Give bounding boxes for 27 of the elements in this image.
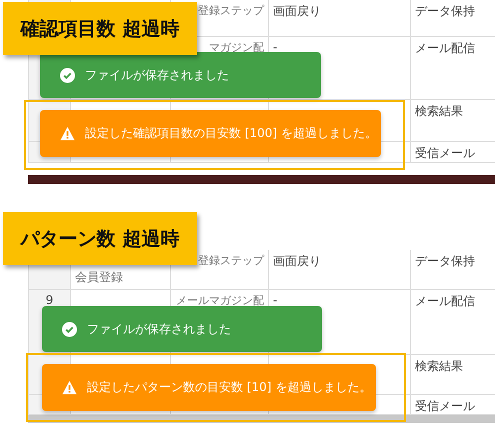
table-cell: マガジン配 xyxy=(209,40,264,55)
toast-message: ファイルが保存されました xyxy=(40,52,321,98)
section-title: パターン数 超過時 xyxy=(3,212,197,265)
check-circle-icon xyxy=(62,322,77,336)
table-cell: 画面戻り xyxy=(273,3,321,20)
table-cell: 登録ステップ xyxy=(198,253,264,268)
toast-message: 設定したパターン数の目安数 [10] を超過しました。 xyxy=(42,364,376,411)
table-cell: 受信メール xyxy=(415,398,475,414)
table-cell: 会員登録 xyxy=(75,269,123,286)
table-cell: メール配信 xyxy=(415,40,475,57)
table-cell: - xyxy=(273,293,278,307)
table-cell: データ保持 xyxy=(415,3,475,20)
check-circle-icon xyxy=(60,68,75,82)
section-title: 確認項目数 超過時 xyxy=(3,2,197,55)
table-cell: メールマガジン配 xyxy=(176,293,264,308)
table-cell: - xyxy=(273,40,278,54)
table-cell: 検索結果 xyxy=(415,103,463,120)
table-cell: 登録ステップ xyxy=(198,3,264,18)
table-cell: 画面戻り xyxy=(273,253,321,270)
toast-message: ファイルが保存されました xyxy=(42,306,322,352)
table-cell: 検索結果 xyxy=(415,358,463,375)
table-cell: データ保持 xyxy=(415,253,475,270)
table-cell: 受信メール xyxy=(415,145,475,162)
warning-icon xyxy=(62,380,77,395)
toast-message: 設定した確認項目数の目安数 [100] を超過しました。 xyxy=(40,110,381,157)
table-cell: メール配信 xyxy=(415,293,475,310)
warning-icon xyxy=(60,126,75,141)
